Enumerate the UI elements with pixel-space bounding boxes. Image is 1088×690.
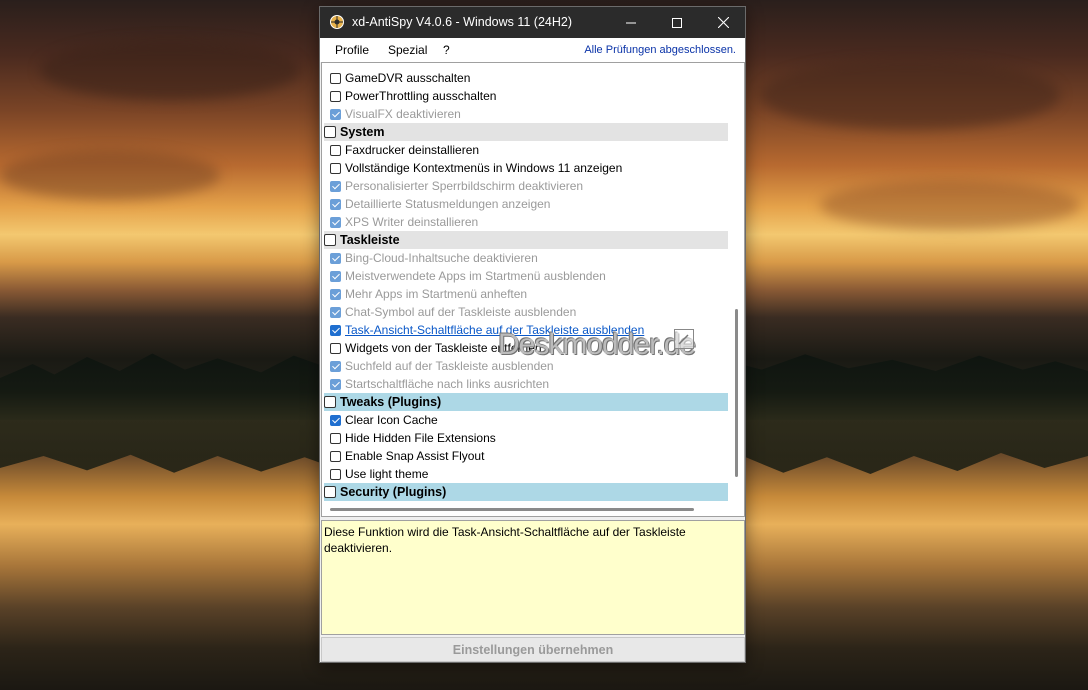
setting-label: Bing-Cloud-Inhaltsuche deaktivieren <box>345 251 538 265</box>
setting-row[interactable]: Detaillierte Statusmeldungen anzeigen <box>330 195 550 213</box>
setting-label: PowerThrottling ausschalten <box>345 89 497 103</box>
group-header[interactable]: Tweaks (Plugins) <box>324 393 728 411</box>
window-title: xd-AntiSpy V4.0.6 - Windows 11 (24H2) <box>352 15 573 29</box>
menu-help[interactable]: ? <box>443 43 450 57</box>
setting-label: Mehr Apps im Startmenü anheften <box>345 287 528 301</box>
maximize-button[interactable] <box>654 7 700 38</box>
menu-spezial[interactable]: Spezial <box>388 43 427 57</box>
setting-label: Hide Hidden File Extensions <box>345 431 496 445</box>
setting-checkbox[interactable] <box>330 468 341 480</box>
group-checkbox[interactable] <box>324 486 336 498</box>
group-checkbox[interactable] <box>324 396 336 408</box>
setting-checkbox[interactable] <box>330 144 341 156</box>
horizontal-scrollbar[interactable] <box>330 508 694 511</box>
group-checkbox[interactable] <box>324 126 336 138</box>
setting-label: Faxdrucker deinstallieren <box>345 143 480 157</box>
setting-row[interactable]: Faxdrucker deinstallieren <box>330 141 479 159</box>
setting-row[interactable]: Hide Hidden File Extensions <box>330 429 496 447</box>
menu-profile[interactable]: Profile <box>335 43 369 57</box>
setting-label: Vollständige Kontextmenüs in Windows 11 … <box>345 161 623 175</box>
setting-checkbox[interactable] <box>330 198 341 210</box>
setting-checkbox[interactable] <box>330 108 341 120</box>
description-panel: Diese Funktion wird die Task-Ansicht-Sch… <box>321 520 745 635</box>
setting-checkbox[interactable] <box>330 288 341 300</box>
setting-checkbox[interactable] <box>330 432 341 444</box>
group-header[interactable]: Taskleiste <box>324 231 728 249</box>
group-header[interactable]: System <box>324 123 728 141</box>
setting-row[interactable]: Mehr Apps im Startmenü anheften <box>330 285 527 303</box>
app-icon <box>330 15 344 29</box>
group-label: Security (Plugins) <box>340 485 447 499</box>
minimize-button[interactable] <box>608 7 654 38</box>
setting-label: Startschaltfläche nach links ausrichten <box>345 377 550 391</box>
close-button[interactable] <box>700 7 746 38</box>
watermark-text: Deskmodder.de <box>498 328 696 361</box>
group-checkbox[interactable] <box>324 234 336 246</box>
setting-label: Personalisierter Sperrbildschirm deaktiv… <box>345 179 584 193</box>
title-bar[interactable]: xd-AntiSpy V4.0.6 - Windows 11 (24H2) <box>320 7 745 38</box>
setting-checkbox[interactable] <box>330 72 341 84</box>
setting-label: Detaillierte Statusmeldungen anzeigen <box>345 197 551 211</box>
setting-label: Use light theme <box>345 467 429 481</box>
setting-label: XPS Writer deinstallieren <box>345 215 479 229</box>
setting-row[interactable]: Use light theme <box>330 465 428 483</box>
minimize-icon <box>626 22 636 23</box>
setting-row[interactable]: Personalisierter Sperrbildschirm deaktiv… <box>330 177 583 195</box>
group-label: Tweaks (Plugins) <box>340 395 442 409</box>
setting-label: Enable Snap Assist Flyout <box>345 449 485 463</box>
group-label: System <box>340 125 385 139</box>
setting-checkbox[interactable] <box>330 324 341 336</box>
setting-row[interactable]: GameDVR ausschalten <box>330 69 470 87</box>
setting-checkbox[interactable] <box>330 216 341 228</box>
setting-label: GameDVR ausschalten <box>345 71 471 85</box>
pencil-icon <box>674 329 694 349</box>
apply-settings-button[interactable]: Einstellungen übernehmen <box>321 637 745 662</box>
setting-checkbox[interactable] <box>330 270 341 282</box>
setting-row[interactable]: XPS Writer deinstallieren <box>330 213 478 231</box>
app-window: xd-AntiSpy V4.0.6 - Windows 11 (24H2) Pr… <box>319 6 746 663</box>
menu-bar: Profile Spezial ? Alle Prüfungen abgesch… <box>320 38 745 62</box>
setting-label: Meistverwendete Apps im Startmenü ausble… <box>345 269 606 283</box>
setting-row[interactable]: Clear Icon Cache <box>330 411 438 429</box>
setting-row[interactable]: Meistverwendete Apps im Startmenü ausble… <box>330 267 606 285</box>
setting-checkbox[interactable] <box>330 414 341 426</box>
setting-checkbox[interactable] <box>330 162 341 174</box>
setting-checkbox[interactable] <box>330 450 341 462</box>
setting-label: VisualFX deaktivieren <box>345 107 461 121</box>
group-header[interactable]: Security (Plugins) <box>324 483 728 501</box>
group-label: Taskleiste <box>340 233 400 247</box>
setting-checkbox[interactable] <box>330 180 341 192</box>
maximize-icon <box>672 17 682 28</box>
setting-label: Clear Icon Cache <box>345 413 438 427</box>
setting-row[interactable]: PowerThrottling ausschalten <box>330 87 496 105</box>
setting-row[interactable]: Bing-Cloud-Inhaltsuche deaktivieren <box>330 249 538 267</box>
setting-label: Chat-Symbol auf der Taskleiste ausblende… <box>345 305 577 319</box>
setting-checkbox[interactable] <box>330 90 341 102</box>
setting-checkbox[interactable] <box>330 360 341 372</box>
setting-row[interactable]: VisualFX deaktivieren <box>330 105 461 123</box>
setting-checkbox[interactable] <box>330 342 341 354</box>
setting-row[interactable]: Startschaltfläche nach links ausrichten <box>330 375 549 393</box>
vertical-scrollbar[interactable] <box>735 309 738 477</box>
setting-row[interactable]: Vollständige Kontextmenüs in Windows 11 … <box>330 159 622 177</box>
setting-row[interactable]: Chat-Symbol auf der Taskleiste ausblende… <box>330 303 576 321</box>
close-icon <box>717 17 729 28</box>
setting-checkbox[interactable] <box>330 306 341 318</box>
setting-checkbox[interactable] <box>330 252 341 264</box>
setting-checkbox[interactable] <box>330 378 341 390</box>
status-text: Alle Prüfungen abgeschlossen. <box>584 44 736 56</box>
setting-row[interactable]: Enable Snap Assist Flyout <box>330 447 484 465</box>
settings-list[interactable]: GameDVR ausschalten PowerThrottling aussc… <box>321 62 745 517</box>
